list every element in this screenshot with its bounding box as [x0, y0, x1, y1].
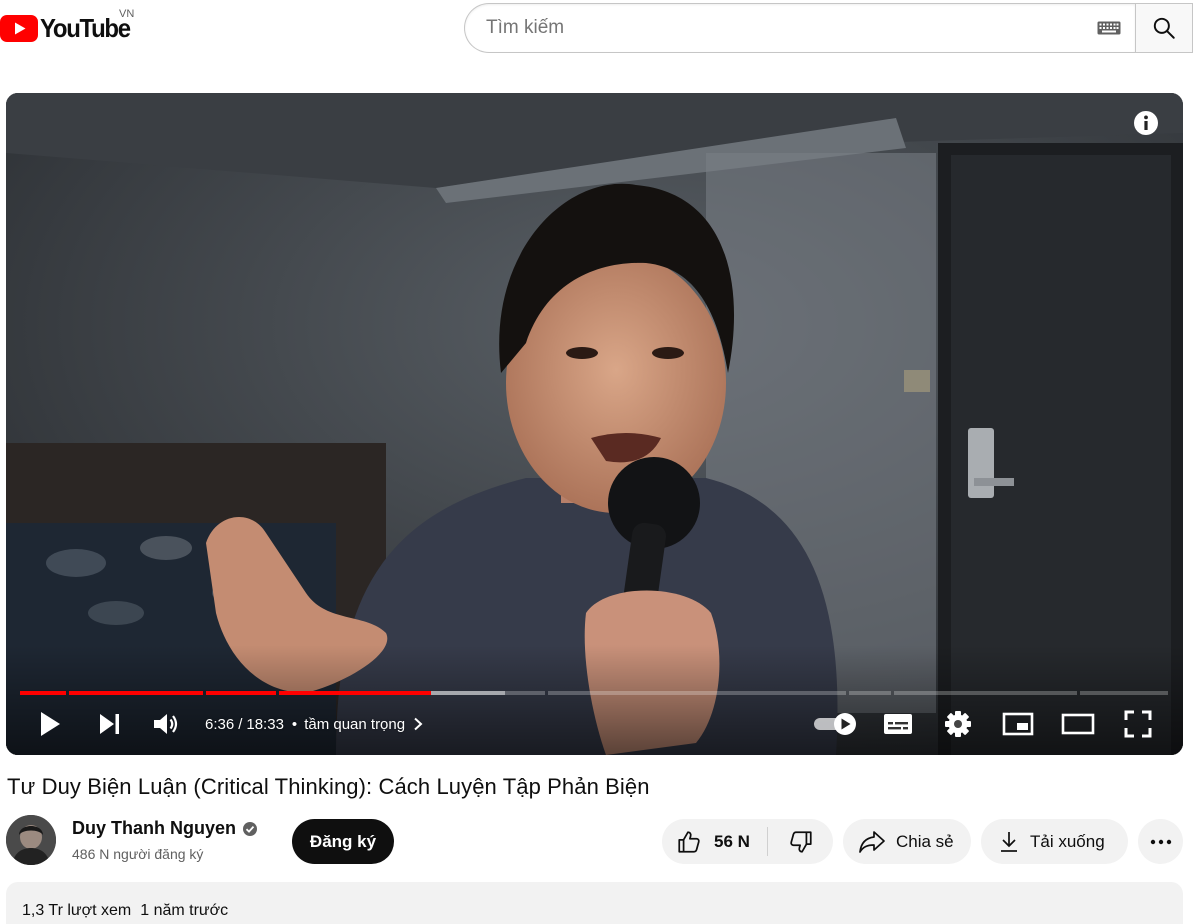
miniplayer-button[interactable] [1000, 706, 1036, 742]
progress-bar[interactable] [20, 691, 1169, 695]
like-count: 56 N [714, 831, 750, 851]
channel-name-text[interactable]: Duy Thanh Nguyen [72, 818, 236, 839]
youtube-play-logo-icon [0, 14, 38, 42]
verified-icon [243, 821, 258, 836]
country-code: VN [119, 8, 135, 20]
volume-icon [154, 714, 178, 734]
time-display: 6:36 / 18:33 • tầm quan trọng [205, 713, 423, 735]
autoplay-toggle[interactable] [811, 706, 859, 742]
chapter-segment [1080, 691, 1168, 695]
settings-icon [945, 711, 971, 737]
share-icon [859, 830, 885, 853]
more-horizontal-icon [1150, 839, 1171, 844]
theater-mode-icon [1061, 713, 1095, 735]
autoplay-toggle-icon [814, 713, 856, 735]
miniplayer-icon [1002, 712, 1034, 736]
play-button[interactable] [32, 706, 68, 742]
time-separator: / [238, 715, 243, 733]
chapter-segment [849, 691, 891, 695]
play-icon [41, 712, 60, 736]
chapter-segment [20, 691, 66, 695]
chapter-title[interactable]: tầm quan trọng [304, 716, 405, 733]
keyboard-icon[interactable] [1097, 21, 1121, 35]
share-label: Chia sẻ [896, 831, 954, 851]
chapter-segment [69, 691, 203, 695]
logo-wordmark: YouTube [40, 12, 131, 43]
view-count: 1,3 Tr lượt xem [22, 902, 132, 919]
volume-button[interactable] [148, 706, 184, 742]
avatar-image [6, 815, 56, 865]
video-title: Tư Duy Biện Luận (Critical Thinking): Cá… [7, 774, 650, 799]
channel-name[interactable]: Duy Thanh Nguyen [72, 818, 258, 839]
chapter-segment [206, 691, 276, 695]
search-input[interactable] [486, 17, 1097, 39]
thumbs-down-icon [789, 830, 812, 853]
description-stats: 1,3 Tr lượt xem 1 năm trước [22, 902, 228, 920]
share-button[interactable]: Chia sẻ [843, 819, 971, 864]
settings-button[interactable] [940, 706, 976, 742]
download-icon [1001, 831, 1017, 852]
chapter-segment [279, 691, 545, 695]
like-dislike-group: 56 N [662, 819, 833, 864]
fullscreen-icon [1124, 710, 1152, 738]
duration: 18:33 [246, 715, 284, 733]
search-button[interactable] [1135, 3, 1193, 53]
subscribe-button[interactable]: Đăng ký [292, 819, 394, 864]
fullscreen-button[interactable] [1120, 706, 1156, 742]
channel-avatar[interactable] [6, 815, 56, 865]
more-actions-button[interactable] [1138, 819, 1183, 864]
subtitles-button[interactable] [880, 706, 916, 742]
chapter-dot: • [291, 715, 298, 733]
subtitles-icon [884, 714, 912, 734]
thumbs-up-icon [678, 830, 700, 853]
download-button[interactable]: Tải xuống [981, 819, 1128, 864]
like-button[interactable]: 56 N [662, 819, 767, 864]
download-label: Tải xuống [1030, 831, 1105, 851]
chapter-segment [548, 691, 846, 695]
info-icon[interactable] [1133, 110, 1159, 136]
search-icon [1153, 17, 1175, 39]
dislike-button[interactable] [768, 819, 833, 864]
subscriber-count: 486 N người đăng ký [72, 846, 204, 862]
search-box[interactable] [464, 3, 1135, 53]
description-box[interactable]: 1,3 Tr lượt xem 1 năm trước [6, 882, 1183, 924]
search-bar [464, 3, 1193, 53]
theater-mode-button[interactable] [1060, 706, 1096, 742]
video-player[interactable]: 6:36 / 18:33 • tầm quan trọng [6, 93, 1183, 755]
current-time: 6:36 [205, 715, 235, 733]
chevron-right-icon[interactable] [413, 717, 423, 731]
next-button[interactable] [92, 706, 128, 742]
next-icon [100, 714, 119, 734]
youtube-logo[interactable]: YouTube VN [0, 8, 138, 44]
publish-date: 1 năm trước [140, 902, 229, 919]
chapter-segment [894, 691, 1077, 695]
